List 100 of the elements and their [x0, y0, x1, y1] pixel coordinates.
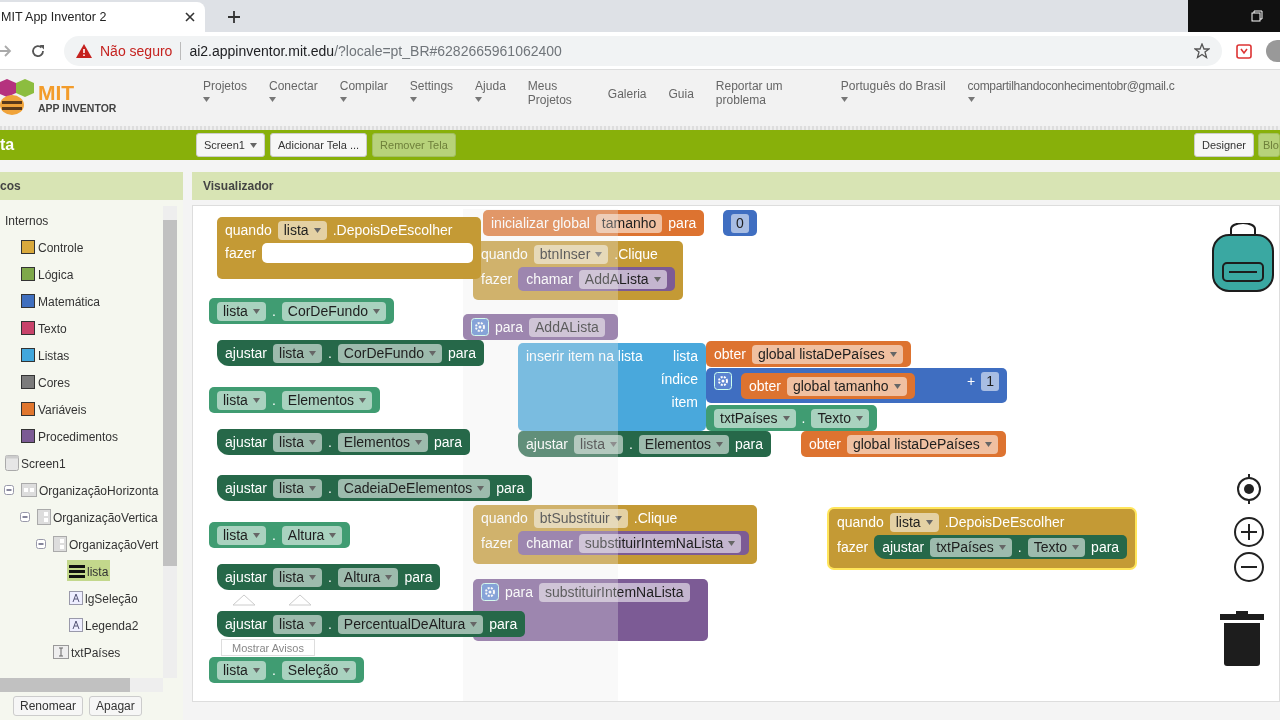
dropdown-field[interactable]: CorDeFundo	[281, 301, 386, 321]
dropdown-field[interactable]: Altura	[337, 567, 399, 587]
avatar-icon[interactable]	[1266, 39, 1280, 62]
tree-item[interactable]: OrganizaçãoHorizonta	[19, 479, 161, 500]
setter-block[interactable]: ajustar txtPaíses . Texto para	[874, 535, 1128, 559]
dropdown-field[interactable]: Elementos	[638, 434, 729, 454]
dropdown-field[interactable]: Elementos	[337, 432, 428, 452]
number-field[interactable]: 1	[981, 371, 999, 391]
variable-block[interactable]: obter global tamanho	[741, 373, 915, 399]
setter-block[interactable]: ajustar lista . Altura para	[217, 564, 441, 590]
property-block[interactable]: txtPaíses . Texto	[706, 405, 877, 431]
panel-button[interactable]: Renomear	[13, 696, 84, 716]
dropdown-field[interactable]: global tamanho	[786, 376, 907, 396]
dropdown-field[interactable]: txtPaíses	[930, 537, 1012, 557]
dropdown-field[interactable]: CadeiaDeElementos	[337, 478, 491, 498]
tree-item[interactable]: OrganizaçãoVertica	[35, 506, 160, 527]
view-button[interactable]: Designer	[1193, 133, 1254, 157]
setter-block[interactable]: ajustar lista . CorDeFundo para	[217, 340, 484, 366]
setter-block[interactable]: ajustar lista . PercentualDeAltura para	[217, 611, 526, 637]
tree-item[interactable]: lista	[67, 560, 111, 581]
tree-item[interactable]: Variáveis	[19, 398, 89, 419]
tree-item[interactable]: Texto	[19, 317, 69, 338]
scrollbar[interactable]	[0, 678, 163, 692]
dropdown-field[interactable]: lista	[273, 614, 322, 634]
setter-block[interactable]: ajustar lista . CadeiaDeElementos para	[217, 475, 533, 501]
collapse-icon[interactable]	[36, 538, 46, 549]
tree-item[interactable]: Matemática	[19, 290, 103, 311]
tree-item[interactable]: Screen1	[3, 452, 68, 473]
tree-item[interactable]: Legenda2	[67, 614, 141, 635]
menu-item[interactable]: Projetos	[203, 79, 248, 102]
gear-icon[interactable]	[714, 372, 732, 390]
property-block[interactable]: lista . CorDeFundo	[209, 298, 394, 324]
event-block[interactable]: quando btSubstituir .Clique fazer chamar substituirIntemNaLista	[473, 505, 758, 564]
tree-item[interactable]: Internos	[3, 209, 51, 230]
dropdown-field[interactable]: Seleção	[281, 660, 357, 680]
menu-item[interactable]: Conectar	[269, 79, 318, 102]
call-block[interactable]: chamar AddALista	[518, 267, 675, 291]
dropdown-field[interactable]: Altura	[281, 525, 343, 545]
dropdown-field[interactable]: lista	[889, 512, 939, 532]
tree-item[interactable]: txtPaíses	[51, 641, 123, 662]
dropdown-field[interactable]: Texto	[1027, 537, 1086, 557]
setter-block[interactable]: ajustar lista . Elementos para	[518, 431, 771, 457]
variable-block[interactable]: inicializar global tamanho para	[483, 210, 705, 236]
warnings-button[interactable]: Mostrar Avisos	[221, 639, 315, 656]
menu-item[interactable]: Português do Brasil	[840, 79, 946, 102]
dropdown-field[interactable]: CorDeFundo	[337, 343, 442, 363]
trash-icon[interactable]	[1220, 611, 1264, 667]
dropdown-field[interactable]: lista	[217, 390, 266, 410]
dropdown-field[interactable]: lista	[217, 660, 266, 680]
extension-icon[interactable]	[1236, 42, 1252, 59]
browser-tab[interactable]: MIT App Inventor 2	[0, 2, 205, 32]
menu-item[interactable]: Guia	[668, 87, 694, 101]
collapse-icon[interactable]	[20, 511, 30, 522]
backpack-icon[interactable]	[1209, 223, 1277, 293]
new-tab-icon[interactable]	[227, 10, 241, 24]
property-block[interactable]: lista . Seleção	[209, 657, 365, 683]
call-block[interactable]: chamar substituirIntemNaLista	[518, 531, 750, 555]
dropdown-field[interactable]: PercentualDeAltura	[337, 614, 484, 634]
star-icon[interactable]	[1194, 42, 1210, 59]
setter-block[interactable]: ajustar lista . Elementos para	[217, 429, 470, 455]
procedure-block[interactable]: para AddALista	[463, 314, 618, 340]
dropdown-field[interactable]: Texto	[811, 408, 869, 428]
menu-item[interactable]: Ajuda	[475, 79, 506, 102]
tree-item[interactable]: Cores	[19, 371, 72, 392]
dropdown-field[interactable]: txtPaíses	[714, 408, 796, 428]
event-block[interactable]: quando lista .DepoisDeEscolher fazer ajustar txtPaíses . Texto para	[829, 509, 1136, 568]
dropdown-field[interactable]: lista	[217, 301, 266, 321]
dropdown-field[interactable]: global listaDePaíses	[751, 344, 903, 364]
dropdown-field[interactable]: lista	[273, 478, 322, 498]
menu-item[interactable]: Compilar	[339, 79, 388, 102]
dropdown-field[interactable]: lista	[273, 343, 322, 363]
scrollbar[interactable]	[163, 206, 177, 678]
menu-item[interactable]: Meus Projetos	[527, 79, 578, 107]
tree-item[interactable]: Lógica	[19, 263, 76, 284]
tree-item[interactable]: lgSeleção	[67, 587, 140, 608]
property-block[interactable]: lista . Elementos	[209, 387, 380, 413]
tree-item[interactable]: Controle	[19, 236, 86, 257]
variable-block[interactable]: obter global listaDePaíses	[706, 341, 911, 367]
collapse-icon[interactable]	[4, 484, 14, 495]
menu-item[interactable]: Settings	[409, 79, 454, 102]
toolbar-button[interactable]: Adicionar Tela ...	[270, 133, 368, 157]
menu-item[interactable]: compartilhandoconhecimentobr@gmail.c	[967, 79, 1175, 102]
variable-block[interactable]: obter global listaDePaíses	[801, 431, 1006, 457]
toolbar-button[interactable]: Screen1	[196, 133, 265, 157]
panel-button[interactable]: Apagar	[89, 696, 142, 716]
dropdown-field[interactable]: global listaDePaíses	[846, 434, 998, 454]
close-icon[interactable]	[185, 12, 195, 22]
number-field[interactable]: 0	[731, 213, 749, 233]
menu-item[interactable]: Galeria	[607, 87, 647, 101]
dropdown-field[interactable]: lista	[273, 567, 322, 587]
menu-item[interactable]: Reportar um problema	[715, 79, 796, 107]
tree-item[interactable]: Procedimentos	[19, 425, 121, 446]
event-block[interactable]: quando btnInser .Clique fazer chamar AddALista	[473, 241, 683, 300]
dropdown-field[interactable]: Elementos	[281, 390, 372, 410]
tree-item[interactable]: OrganizaçãoVert	[51, 533, 161, 554]
dropdown-field[interactable]: lista	[277, 220, 327, 240]
address-bar[interactable]: Não seguro ai2.appinventor.mit.edu/?locale=pt_BR#6282665961062400	[64, 35, 1222, 66]
tree-item[interactable]: Listas	[19, 344, 72, 365]
dropdown-field[interactable]: lista	[217, 525, 266, 545]
reload-icon[interactable]	[30, 42, 46, 59]
